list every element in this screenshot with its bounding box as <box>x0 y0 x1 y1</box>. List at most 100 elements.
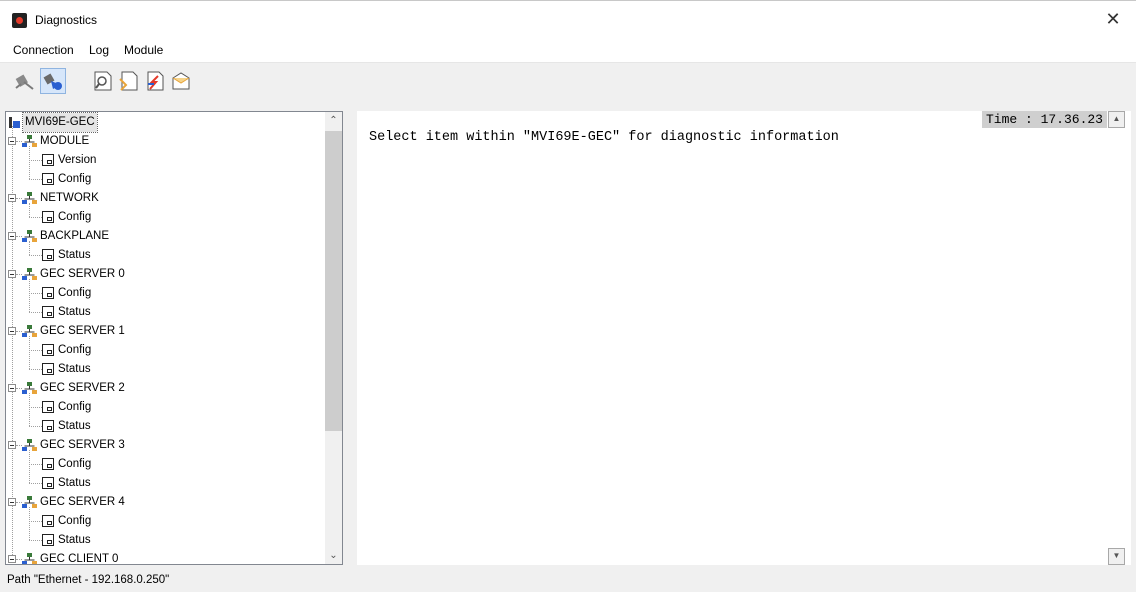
collapse-toggle-icon[interactable] <box>8 270 16 278</box>
window-title: Diagnostics <box>35 13 98 27</box>
collapse-toggle-icon[interactable] <box>8 232 16 240</box>
tree-group-row[interactable]: GEC SERVER 4 <box>6 493 328 512</box>
tree-leaf-row[interactable]: Config <box>6 398 328 417</box>
tree-leaf-label[interactable]: Config <box>58 341 91 360</box>
tree-leaf-row[interactable]: Config <box>6 284 328 303</box>
collapse-toggle-icon[interactable] <box>8 498 16 506</box>
tree-group-label[interactable]: GEC SERVER 0 <box>40 265 125 284</box>
tree-leaf-row[interactable]: Status <box>6 360 328 379</box>
title-bar: Diagnostics ✕ <box>0 0 1136 38</box>
tree-connector <box>29 217 42 218</box>
tree-connector <box>29 407 42 408</box>
tree-leaf-label[interactable]: Config <box>58 208 91 227</box>
network-node-icon <box>22 553 37 564</box>
scroll-up-icon[interactable]: ▲ <box>1108 111 1125 128</box>
toolbar <box>0 63 1136 103</box>
tree-group-label[interactable]: GEC CLIENT 0 <box>40 550 118 564</box>
tree-leaf-label[interactable]: Config <box>58 512 91 531</box>
page-icon <box>42 401 54 413</box>
tree-leaf-label[interactable]: Status <box>58 531 91 550</box>
tree-group-row[interactable]: GEC SERVER 2 <box>6 379 328 398</box>
tree-leaf-row[interactable]: Status <box>6 303 328 322</box>
tree-leaf-label[interactable]: Status <box>58 246 91 265</box>
connect-button[interactable] <box>40 68 66 94</box>
tree-leaf-row[interactable]: Status <box>6 246 328 265</box>
find-button[interactable] <box>90 68 116 94</box>
disconnect-icon <box>15 74 34 90</box>
tree-group-row[interactable]: GEC SERVER 0 <box>6 265 328 284</box>
connect-icon <box>43 73 62 90</box>
menu-log[interactable]: Log <box>89 43 109 57</box>
tree-leaf-label[interactable]: Status <box>58 360 91 379</box>
tree-row[interactable]: MVI69E-GEC <box>6 112 328 133</box>
collapse-toggle-icon[interactable] <box>8 555 16 563</box>
scroll-down-arrow-icon[interactable]: ⌄ <box>325 547 342 564</box>
tree-group-row[interactable]: GEC SERVER 1 <box>6 322 328 341</box>
tree-leaf-row[interactable]: Config <box>6 341 328 360</box>
tree-group-label[interactable]: BACKPLANE <box>40 227 109 246</box>
tree-leaf-row[interactable]: Status <box>6 417 328 436</box>
tree-group-label[interactable]: GEC SERVER 1 <box>40 322 125 341</box>
tree-leaf-label[interactable]: Status <box>58 474 91 493</box>
tree-connector <box>29 521 42 522</box>
tree-leaf-label[interactable]: Status <box>58 417 91 436</box>
page-icon <box>42 515 54 527</box>
collapse-toggle-icon[interactable] <box>8 384 16 392</box>
tree-leaf-label[interactable]: Config <box>58 398 91 417</box>
tree-group-label[interactable]: MODULE <box>40 132 89 151</box>
device-tree: MVI69E-GEC MODULE Version Config NETWORK Conf… <box>6 112 328 564</box>
page-icon <box>42 287 54 299</box>
log-edit-button[interactable] <box>142 68 168 94</box>
tree-group-row[interactable]: GEC SERVER 3 <box>6 436 328 455</box>
tree-group-row[interactable]: MODULE <box>6 132 328 151</box>
log-capture-button[interactable] <box>116 68 142 94</box>
tree-leaf-row[interactable]: Config <box>6 512 328 531</box>
tree-panel[interactable]: MVI69E-GEC MODULE Version Config NETWORK Conf… <box>5 111 343 565</box>
output-scrollbar[interactable]: ▲ ▼ <box>1108 111 1125 565</box>
log-open-button[interactable] <box>168 68 194 94</box>
tree-leaf-label[interactable]: Version <box>58 151 96 170</box>
collapse-toggle-icon[interactable] <box>8 137 16 145</box>
tree-leaf-label[interactable]: Config <box>58 455 91 474</box>
tree-connector <box>29 279 30 312</box>
collapse-toggle-icon[interactable] <box>8 327 16 335</box>
tree-leaf-row[interactable]: Config <box>6 208 328 227</box>
diagnostic-message: Select item within "MVI69E-GEC" for diag… <box>369 130 839 145</box>
tree-leaf-row[interactable]: Config <box>6 170 328 189</box>
tree-group-label[interactable]: GEC SERVER 4 <box>40 493 125 512</box>
find-icon <box>94 71 112 91</box>
tree-scroll-thumb[interactable] <box>325 131 342 431</box>
collapse-toggle-icon[interactable] <box>8 441 16 449</box>
page-icon <box>42 420 54 432</box>
connection-path: Path "Ethernet - 192.168.0.250" <box>7 574 170 586</box>
tree-leaf-label[interactable]: Status <box>58 303 91 322</box>
tree-leaf-row[interactable]: Version <box>6 151 328 170</box>
tree-leaf-row[interactable]: Status <box>6 474 328 493</box>
tree-group-row[interactable]: BACKPLANE <box>6 227 328 246</box>
tree-group-label[interactable]: GEC SERVER 3 <box>40 436 125 455</box>
scroll-down-icon[interactable]: ▼ <box>1108 548 1125 565</box>
tree-group-row[interactable]: NETWORK <box>6 189 328 208</box>
tree-connector <box>29 450 30 483</box>
scroll-up-arrow-icon[interactable]: ⌃ <box>325 112 342 129</box>
tree-group-row[interactable]: GEC CLIENT 0 <box>6 550 328 564</box>
disconnect-button[interactable] <box>12 68 38 94</box>
page-icon <box>42 154 54 166</box>
tree-leaf-label[interactable]: Config <box>58 170 91 189</box>
tree-group-label[interactable]: GEC SERVER 2 <box>40 379 125 398</box>
page-icon <box>42 344 54 356</box>
tree-leaf-label[interactable]: Config <box>58 284 91 303</box>
tree-connector <box>29 464 42 465</box>
tree-root-label[interactable]: MVI69E-GEC <box>22 112 98 133</box>
diagnostic-output: Time : 17.36.23 Select item within "MVI6… <box>357 111 1131 565</box>
tree-scrollbar[interactable]: ⌃ ⌄ <box>325 112 342 564</box>
menu-module[interactable]: Module <box>124 43 163 57</box>
tree-leaf-row[interactable]: Config <box>6 455 328 474</box>
menu-connection[interactable]: Connection <box>13 43 74 57</box>
close-button[interactable]: ✕ <box>1090 1 1136 38</box>
tree-group-label[interactable]: NETWORK <box>40 189 99 208</box>
status-bar: Path "Ethernet - 192.168.0.250" <box>0 569 1136 592</box>
time-readout: Time : 17.36.23 <box>981 111 1107 128</box>
tree-leaf-row[interactable]: Status <box>6 531 328 550</box>
collapse-toggle-icon[interactable] <box>8 194 16 202</box>
